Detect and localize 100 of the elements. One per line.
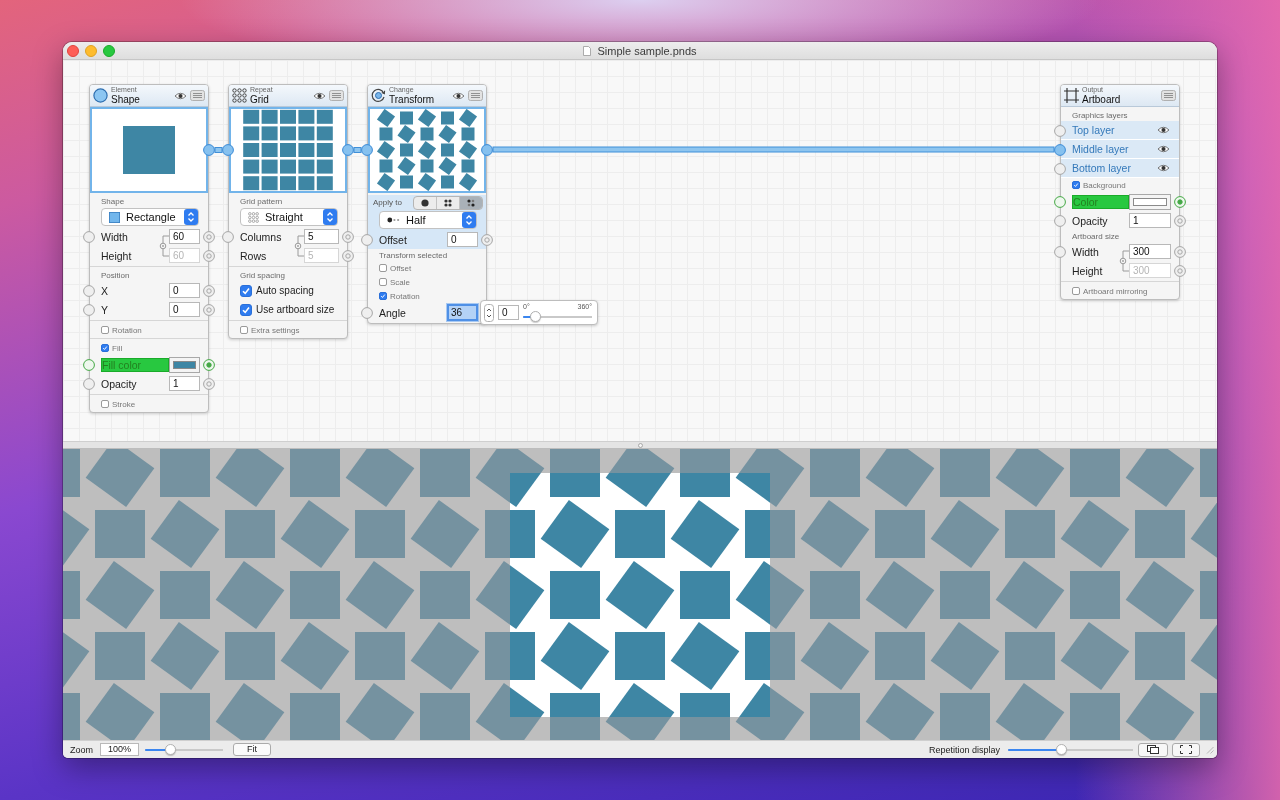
layer-row[interactable]: Top layer	[1061, 121, 1179, 140]
highlighted-row[interactable]: Apply to	[368, 195, 486, 210]
chevron-icon	[462, 212, 476, 228]
chevron-icon	[184, 209, 198, 225]
eye-icon[interactable]	[313, 91, 326, 100]
port-icon[interactable]	[1054, 162, 1066, 175]
splitter-handle-icon[interactable]	[637, 442, 643, 448]
checkbox-label: Fill	[112, 343, 123, 353]
number-field[interactable]: 0	[447, 232, 478, 247]
select-dropdown[interactable]: Rectangle	[101, 208, 199, 226]
port-icon[interactable]	[203, 303, 215, 316]
select-dropdown[interactable]: Half	[379, 211, 477, 229]
number-field[interactable]: 5	[304, 229, 339, 244]
port-icon[interactable]	[222, 230, 234, 243]
link-bracket-icon[interactable]	[293, 235, 304, 257]
port-icon[interactable]	[481, 144, 493, 156]
port-icon[interactable]	[203, 144, 215, 156]
port-icon[interactable]	[203, 284, 215, 297]
checkbox[interactable]	[379, 292, 387, 300]
port-icon[interactable]	[481, 233, 493, 246]
number-field[interactable]: 1	[169, 376, 200, 391]
field-label: Y	[101, 303, 109, 316]
node-title: Artboard	[1082, 94, 1122, 105]
field-label: Offset	[379, 233, 408, 246]
port-icon[interactable]	[83, 358, 95, 371]
checkbox[interactable]	[379, 278, 387, 286]
eye-icon[interactable]	[1157, 145, 1170, 153]
port-icon[interactable]	[342, 230, 354, 243]
port-icon[interactable]	[1054, 124, 1066, 137]
number-field[interactable]: 300	[1129, 244, 1171, 259]
splitter-bar[interactable]	[63, 441, 1217, 449]
number-field[interactable]: 60	[169, 229, 200, 244]
port-icon[interactable]	[361, 306, 373, 319]
port-icon[interactable]	[83, 303, 95, 316]
port-icon[interactable]	[1174, 195, 1186, 208]
port-icon[interactable]	[1174, 245, 1186, 258]
fullscreen-button[interactable]	[1172, 742, 1200, 757]
field-label: Angle	[379, 306, 407, 319]
port-icon[interactable]	[203, 358, 215, 371]
eye-icon[interactable]	[452, 91, 465, 100]
layer-row[interactable]: Middle layer	[1061, 140, 1179, 159]
checkbox[interactable]	[1072, 287, 1080, 295]
field-label: Height	[1072, 264, 1104, 277]
segment-button[interactable]	[459, 196, 482, 209]
port-icon[interactable]	[222, 144, 234, 156]
port-icon[interactable]	[342, 144, 354, 156]
crop-frame-icon	[1064, 88, 1079, 103]
node-title: Shape	[111, 94, 141, 105]
checker-dots-icon	[467, 198, 475, 207]
checkbox[interactable]	[101, 326, 109, 334]
minimize-button[interactable]	[85, 44, 97, 57]
fit-button[interactable]: Fit	[233, 743, 271, 756]
number-field[interactable]: 0	[169, 283, 200, 298]
checkbox[interactable]	[101, 344, 109, 352]
window-mode-button[interactable]	[1138, 742, 1168, 757]
port-icon[interactable]	[1054, 143, 1066, 156]
window-title: Simple sample.pnds	[597, 44, 697, 57]
port-icon[interactable]	[361, 144, 373, 156]
stepper-icon[interactable]	[484, 303, 494, 322]
chevron-icon	[323, 209, 337, 225]
checkbox[interactable]	[240, 326, 248, 334]
checkbox[interactable]	[101, 400, 109, 408]
node-title: Transform	[389, 94, 436, 105]
checkbox[interactable]	[379, 264, 387, 272]
slider-thumb[interactable]	[1055, 744, 1067, 755]
zoom-button[interactable]	[103, 44, 115, 57]
number-field[interactable]: 1	[1129, 213, 1171, 228]
port-icon[interactable]	[203, 230, 215, 243]
slider-thumb[interactable]	[165, 744, 177, 755]
resize-grip-icon[interactable]	[1205, 745, 1214, 754]
checkbox-label: Offset	[390, 263, 412, 273]
link-bracket-icon[interactable]	[158, 235, 169, 257]
port-icon[interactable]	[203, 377, 215, 390]
port-icon[interactable]	[83, 230, 95, 243]
port-icon[interactable]	[1054, 214, 1066, 227]
port-icon[interactable]	[83, 377, 95, 390]
layer-row[interactable]: Bottom layer	[1061, 159, 1179, 178]
checkbox[interactable]	[1072, 181, 1080, 189]
checkbox-label: Use artboard size	[256, 304, 335, 315]
highlighted-row[interactable]: Offset 0	[368, 230, 486, 249]
number-field[interactable]: 0	[498, 305, 519, 320]
eye-icon[interactable]	[1157, 126, 1170, 134]
slider-thumb[interactable]	[529, 311, 541, 322]
port-icon[interactable]	[83, 284, 95, 297]
port-icon[interactable]	[361, 233, 373, 246]
port-icon[interactable]	[1054, 245, 1066, 258]
port-icon[interactable]	[1054, 195, 1066, 208]
port-icon[interactable]	[1174, 214, 1186, 227]
eye-icon[interactable]	[1157, 164, 1170, 172]
highlighted-row[interactable]: Half	[368, 210, 486, 230]
eye-icon[interactable]	[174, 91, 187, 100]
zoom-field[interactable]: 100%	[100, 743, 139, 756]
select-dropdown[interactable]: Straight	[240, 208, 338, 226]
layer-name: Top layer	[1072, 124, 1116, 136]
menu-icon[interactable]	[1161, 90, 1176, 101]
close-button[interactable]	[67, 44, 79, 57]
link-bracket-icon[interactable]	[1118, 250, 1129, 272]
number-field[interactable]: 36	[447, 304, 478, 321]
section-label: Grid spacing	[240, 270, 285, 280]
number-field[interactable]: 0	[169, 302, 200, 317]
